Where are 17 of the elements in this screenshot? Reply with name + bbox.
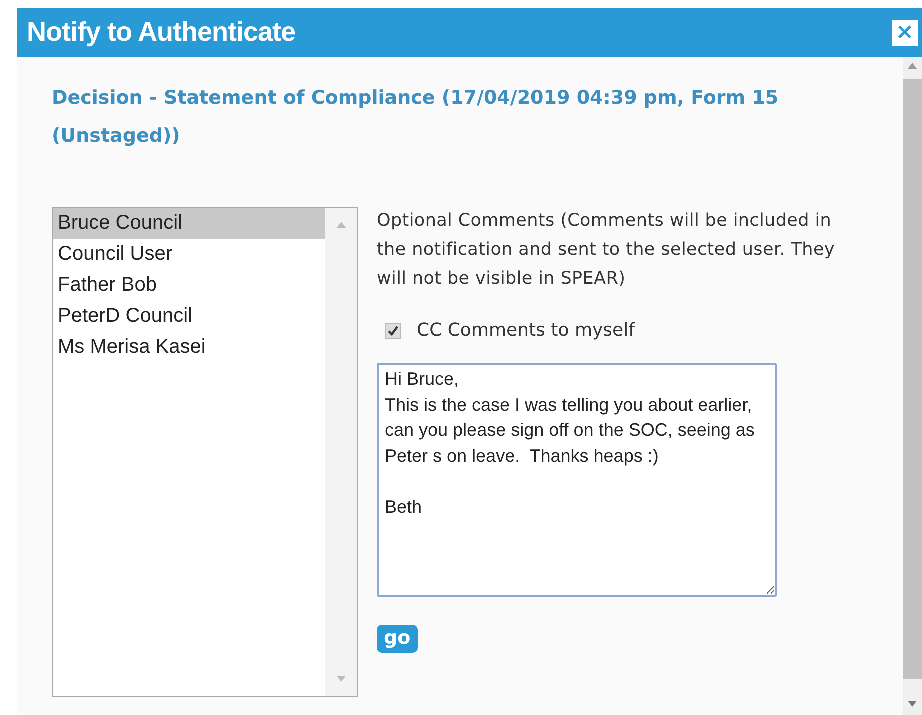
comment-field[interactable]: Hi Bruce, This is the case I was telling you about earlier, can you please sign off on the SOC, seeing as Peter s on leave. Thanks heaps :) Beth <box>377 363 777 597</box>
scroll-up-icon[interactable] <box>336 222 346 228</box>
scroll-down-icon[interactable] <box>908 701 917 707</box>
user-option[interactable]: Father Bob <box>53 270 325 301</box>
cc-checkbox[interactable] <box>385 322 401 338</box>
user-option[interactable]: PeterD Council <box>53 301 325 332</box>
user-option[interactable]: Ms Merisa Kasei <box>53 332 325 363</box>
user-option[interactable]: Bruce Council <box>53 208 325 239</box>
scroll-down-icon[interactable] <box>336 676 346 682</box>
scroll-up-icon[interactable] <box>908 63 917 69</box>
user-option[interactable]: Council User <box>53 239 325 270</box>
list-scrollbar[interactable] <box>325 208 357 696</box>
dialog-title: Notify to Authenticate <box>27 17 296 48</box>
decision-heading: Decision - Statement of Compliance (17/04/2019 04:39 pm, Form 15 (Unstaged)) <box>52 86 780 149</box>
user-list[interactable]: Bruce Council Council User Father Bob PeterD Council Ms Merisa Kasei <box>52 207 358 697</box>
comments-label: Optional Comments (Comments will be included in the notification and sent to the selected user. They will not be visible in SPEAR) <box>377 210 836 291</box>
cc-label: CC Comments to myself <box>417 320 635 341</box>
